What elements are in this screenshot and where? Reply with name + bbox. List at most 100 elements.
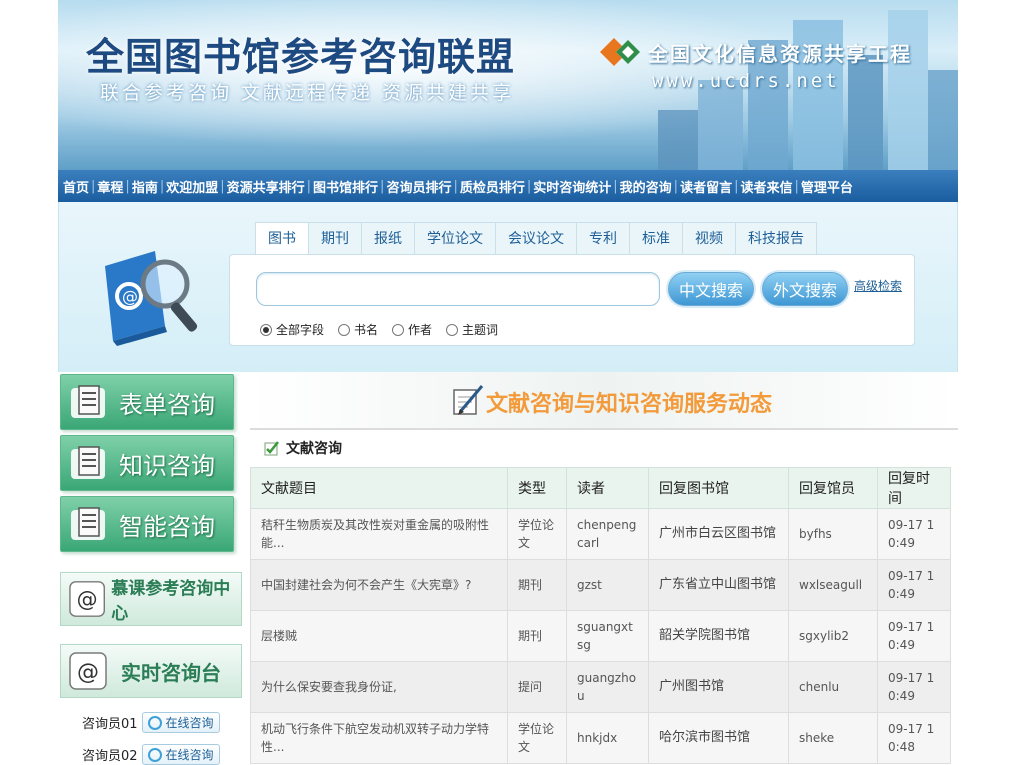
consult-table: 文献题目 类型 读者 回复图书馆 回复馆员 回复时间 秸秆生物质炭及其改性炭对重金属的吸附… [250, 467, 951, 764]
nav-item[interactable]: 管理平台 [799, 177, 855, 196]
radio-label: 全部字段 [276, 323, 325, 337]
search-tab[interactable]: 科技报告 [735, 222, 817, 254]
news-title-bar: 文献咨询与知识咨询服务动态 [250, 372, 958, 430]
radio-button[interactable] [338, 323, 351, 336]
question-title-cell[interactable]: 为什么保安要查我身份证, [250, 661, 508, 713]
nav-item[interactable]: 读者来信 [738, 177, 794, 196]
culture-share-logo-icon [600, 38, 640, 66]
form-consult-button[interactable]: 表单咨询 [60, 374, 234, 430]
radio-button[interactable] [260, 323, 272, 336]
search-tab[interactable]: 学位论文 [414, 222, 496, 254]
question-title-cell[interactable]: 中国封建社会为何不会产生《大宪章》? [250, 559, 508, 611]
table-cell: 09-17 10:48 [877, 712, 951, 764]
nav-item[interactable]: 咨询员排行 [384, 177, 453, 196]
table-row[interactable]: 机动飞行条件下航空发动机双转子动力学特性... 学位论文 hnkjdx 哈尔滨市图书馆… [250, 712, 951, 764]
chat-bubble-icon [147, 715, 162, 730]
table-row[interactable]: 为什么保安要查我身份证, 提问 guangzhou 广州图书馆 chenlu 09-17 … [250, 661, 951, 713]
table-row[interactable]: 层楼贼 期刊 sguangxtsg 韶关学院图书馆 sgxylib2 09-17 10:4… [250, 610, 951, 662]
search-type-tabs: 图书 期刊 报纸 学位论文 会议论文 专利 标准 视频 科技报告 [255, 222, 817, 256]
table-cell: hnkjdx [566, 712, 649, 764]
left-sidebar: 表单咨询 知识咨询 智能咨询 @ 慕课参考咨询中心 @ 实时咨询台 咨询员01 … [58, 372, 244, 765]
search-input[interactable] [256, 272, 660, 306]
nav-item[interactable]: 读者留言 [678, 177, 734, 196]
smart-consult-button[interactable]: 智能咨询 [60, 496, 234, 552]
nav-item[interactable]: 首页 [61, 177, 91, 196]
table-cell: 广州图书馆 [648, 661, 789, 713]
column-header: 文献题目 [250, 467, 508, 509]
radio-button[interactable] [446, 323, 459, 336]
online-consult-label: 在线咨询 [165, 716, 214, 730]
table-cell: 09-17 10:49 [877, 610, 951, 662]
nav-item[interactable]: 资源共享排行 [225, 177, 307, 196]
nav-item[interactable]: 实时咨询统计 [531, 177, 613, 196]
site-subtitle: 联合参考咨询 文献远程传递 资源共建共享 [100, 82, 515, 104]
question-title-cell[interactable]: 层楼贼 [250, 610, 508, 662]
search-tab[interactable]: 报纸 [361, 222, 415, 254]
document-icon [71, 385, 105, 418]
search-field-options: 全部字段 书名 作者 主题词 [260, 321, 498, 338]
table-cell: 广州市白云区图书馆 [648, 508, 789, 560]
radio-button[interactable] [392, 323, 405, 336]
foreign-search-button[interactable]: 外文搜索 [762, 272, 848, 306]
nav-item[interactable]: 指南 [130, 177, 160, 196]
table-cell: 期刊 [507, 559, 567, 611]
question-title-cell[interactable]: 秸秆生物质炭及其改性炭对重金属的吸附性能... [250, 508, 508, 560]
main-content: 文献咨询与知识咨询服务动态 文献咨询 文献题目 类型 读者 回复图书馆 回复馆员 回复时间… [250, 372, 958, 764]
column-header: 读者 [566, 467, 649, 509]
table-cell: 学位论文 [507, 712, 567, 764]
pen-notepad-icon [453, 385, 484, 415]
nav-item[interactable]: 我的咨询 [618, 177, 674, 196]
search-tab[interactable]: 会议论文 [495, 222, 577, 254]
brand-name: 全国文化信息资源共享工程 [648, 42, 912, 66]
search-field-radio[interactable]: 主题词 [446, 321, 498, 338]
document-icon [71, 446, 105, 479]
search-tab[interactable]: 图书 [255, 222, 309, 256]
knowledge-consult-button[interactable]: 知识咨询 [60, 435, 234, 491]
chat-bubble-icon [147, 747, 162, 762]
search-field-radio[interactable]: 作者 [392, 321, 432, 338]
column-header: 回复馆员 [788, 467, 878, 509]
advanced-search-link[interactable]: 高级检索 [854, 277, 902, 294]
nav-item[interactable]: 质检员排行 [458, 177, 527, 196]
column-header: 类型 [507, 467, 567, 509]
main-nav: 首页 | 章程 | 指南 | 欢迎加盟 | 资源共享排行 | 图书馆排行 | 咨询员排行 | 质检员排行 | 实… [58, 170, 958, 202]
table-cell: sgxylib2 [788, 610, 878, 662]
page: 全国图书馆参考咨询联盟 联合参考咨询 文献远程传递 资源共建共享 全国文化信息资… [58, 0, 958, 765]
knowledge-consult-label: 知识咨询 [119, 451, 215, 480]
site-banner: 全国图书馆参考咨询联盟 联合参考咨询 文献远程传递 资源共建共享 全国文化信息资… [58, 0, 958, 170]
search-tab[interactable]: 专利 [576, 222, 630, 254]
nav-item[interactable]: 欢迎加盟 [164, 177, 220, 196]
table-header-row: 文献题目 类型 读者 回复图书馆 回复馆员 回复时间 [250, 467, 951, 509]
search-box: 中文搜索 外文搜索 高级检索 全部字段 书名 作者 主题词 [229, 254, 915, 346]
table-row[interactable]: 秸秆生物质炭及其改性炭对重金属的吸附性能... 学位论文 chenpengcarl 广… [250, 508, 951, 560]
table-cell: 09-17 10:49 [877, 661, 951, 713]
table-cell: 哈尔滨市图书馆 [648, 712, 789, 764]
search-tab[interactable]: 视频 [682, 222, 736, 254]
mooc-consult-center-label: 慕课参考咨询中心 [111, 579, 231, 624]
table-cell: sheke [788, 712, 878, 764]
mooc-consult-center-link[interactable]: @ 慕课参考咨询中心 [60, 572, 242, 626]
search-area: @ 图书 期刊 报纸 学位论文 会议论文 专利 标准 视频 科技报告 中文搜索 外文搜索 高级检… [58, 202, 958, 372]
search-field-radio[interactable]: 全部字段 [260, 321, 324, 338]
search-tab[interactable]: 标准 [629, 222, 683, 254]
radio-label: 主题词 [462, 323, 499, 337]
question-title-cell[interactable]: 机动飞行条件下航空发动机双转子动力学特性... [250, 712, 508, 764]
online-consult-button[interactable]: 在线咨询 [141, 744, 220, 765]
site-title: 全国图书馆参考咨询联盟 [86, 34, 516, 79]
table-cell: byfhs [788, 508, 878, 560]
nav-item[interactable]: 图书馆排行 [311, 177, 380, 196]
search-field-radio[interactable]: 书名 [338, 321, 378, 338]
table-row[interactable]: 中国封建社会为何不会产生《大宪章》? 期刊 gzst 广东省立中山图书馆 wxlseag… [250, 559, 951, 611]
nav-item[interactable]: 章程 [95, 177, 125, 196]
table-cell: chenpengcarl [566, 508, 649, 560]
chinese-search-button[interactable]: 中文搜索 [668, 272, 754, 306]
at-sign-icon: @ [69, 581, 106, 617]
divider [250, 428, 958, 430]
radio-label: 作者 [408, 323, 433, 337]
table-cell: 09-17 10:49 [877, 559, 951, 611]
table-cell: 09-17 10:49 [877, 508, 951, 560]
table-cell: gzst [566, 559, 649, 611]
search-tab[interactable]: 期刊 [308, 222, 362, 254]
consultant-name: 咨询员02 [82, 749, 138, 764]
online-consult-button[interactable]: 在线咨询 [141, 712, 220, 733]
